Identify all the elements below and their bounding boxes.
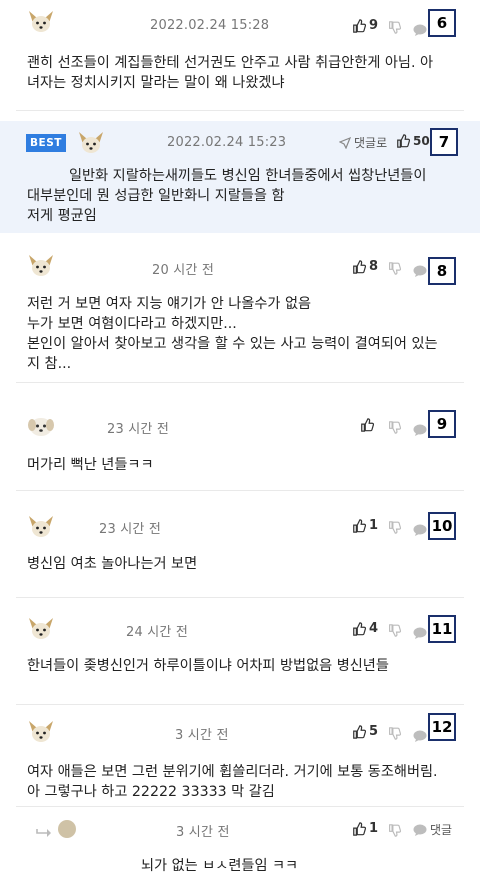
divider <box>16 597 464 598</box>
thumbs-up-icon <box>353 724 366 739</box>
like-button[interactable]: 9 <box>352 18 378 33</box>
reply-arrow-icon <box>36 824 52 843</box>
dog-avatar-icon[interactable] <box>27 10 55 34</box>
rank-badge: 8 <box>428 257 456 285</box>
divider <box>16 490 464 491</box>
dislike-button[interactable] <box>388 822 402 841</box>
reply-button[interactable]: 댓글 <box>413 821 452 838</box>
like-button[interactable]: 8 <box>352 259 378 274</box>
thumbs-up-icon <box>353 18 366 33</box>
thumbs-up-icon <box>397 134 410 148</box>
thumbs-down-icon <box>389 421 402 434</box>
comment-timestamp: 3 시간 전 <box>175 728 229 743</box>
comment-bubble-icon[interactable] <box>413 624 427 643</box>
reply-item: 3 시간 전 1 댓글 뇌가 없는 ㅂㅅ련들임 ㅋㅋ <box>0 812 480 886</box>
reply-button[interactable]: 댓글로 <box>339 134 387 151</box>
comment-item: 23 시간 전 9 머가리 뻑난 년들ㅋㅋ <box>0 400 480 490</box>
comment-item: 23 시간 전 1 10 병신임 여초 놀아나는거 보면 <box>0 508 480 596</box>
comment-item: 2022.02.24 15:28 9 6 괜히 선조들이 계집들한테 선거권도 … <box>0 0 480 110</box>
dog-avatar-icon[interactable] <box>77 130 105 154</box>
comment-item: 20 시간 전 8 8 저런 거 보면 여자 지능 얘기가 안 나올수가 없음 … <box>0 246 480 382</box>
comment-text: 병신임 여초 놀아나는거 보면 <box>27 556 198 572</box>
comment-bubble-icon[interactable] <box>413 21 427 40</box>
comment-text: 여자 애들은 보면 그런 분위기에 휩쓸리더라. 거기에 보통 동조해버림. 아… <box>27 764 438 800</box>
like-button[interactable] <box>360 418 377 432</box>
comment-text: 일반화 지랄하는새끼들도 병신임 한녀들중에서 씹창난년들이 대부분인데 뭔 성… <box>27 168 427 224</box>
comment-bubble-icon[interactable] <box>413 727 427 746</box>
comment-item: 24 시간 전 4 11 한녀들이 좆병신인거 하루이틀이냐 어차피 방법없음 … <box>0 612 480 704</box>
dislike-button[interactable] <box>388 519 402 538</box>
rank-badge: 7 <box>430 128 458 156</box>
like-button[interactable]: 4 <box>352 621 378 636</box>
like-count: 1 <box>369 518 379 533</box>
comment-text: 머가리 뻑난 년들ㅋㅋ <box>27 457 154 473</box>
like-button[interactable]: 50 <box>396 134 430 148</box>
comment-text: 한녀들이 좆병신인거 하루이틀이냐 어차피 방법없음 병신년들 <box>27 658 389 674</box>
like-button[interactable]: 1 <box>352 821 378 836</box>
best-comment-item: BEST 2022.02.24 15:23 댓글로 50 7 일반화 지랄하는새… <box>0 121 480 233</box>
avatar[interactable] <box>58 820 76 838</box>
dog-avatar-icon[interactable] <box>27 720 55 744</box>
rank-badge: 6 <box>428 9 456 37</box>
divider <box>16 806 464 807</box>
dislike-button[interactable] <box>388 19 402 38</box>
comment-timestamp: 3 시간 전 <box>176 825 230 840</box>
comment-item: 3 시간 전 5 12 여자 애들은 보면 그런 분위기에 휩쓸리더라. 거기에… <box>0 712 480 812</box>
comment-timestamp: 23 시간 전 <box>107 422 170 437</box>
like-count: 1 <box>369 821 379 836</box>
thumbs-up-icon <box>353 259 366 274</box>
thumbs-down-icon <box>389 727 402 740</box>
divider <box>16 110 464 111</box>
thumbs-down-icon <box>389 21 402 34</box>
dislike-button[interactable] <box>388 260 402 279</box>
like-count: 50 <box>413 134 430 148</box>
thumbs-up-icon <box>361 418 374 432</box>
like-count: 4 <box>369 621 379 636</box>
best-badge: BEST <box>26 134 66 152</box>
comment-timestamp: 24 시간 전 <box>126 625 189 640</box>
comment-timestamp: 2022.02.24 15:23 <box>167 135 287 150</box>
like-count: 5 <box>369 724 379 739</box>
like-count: 9 <box>369 18 379 33</box>
rank-badge: 10 <box>428 512 456 540</box>
dislike-button[interactable] <box>388 622 402 641</box>
thumbs-down-icon <box>389 824 402 837</box>
thumbs-up-icon <box>353 821 366 836</box>
reply-arrow-icon <box>339 136 351 149</box>
thumbs-down-icon <box>389 624 402 637</box>
comment-bubble-icon[interactable] <box>413 421 427 440</box>
like-button[interactable]: 5 <box>352 724 378 739</box>
comment-timestamp: 20 시간 전 <box>152 263 215 278</box>
like-count: 8 <box>369 259 379 274</box>
divider <box>16 382 464 383</box>
puppy-avatar-icon[interactable] <box>27 414 55 438</box>
comment-bubble-icon <box>413 824 427 836</box>
comment-text: 저런 거 보면 여자 지능 얘기가 안 나올수가 없음 누가 보면 여혐이다라고… <box>27 296 438 372</box>
rank-badge: 12 <box>428 713 456 741</box>
comment-timestamp: 23 시간 전 <box>99 522 162 537</box>
divider <box>16 704 464 705</box>
rank-badge: 11 <box>428 615 456 643</box>
thumbs-down-icon <box>389 262 402 275</box>
dog-avatar-icon[interactable] <box>27 617 55 641</box>
comment-timestamp: 2022.02.24 15:28 <box>150 18 270 33</box>
comment-text: 뇌가 없는 ㅂㅅ련들임 ㅋㅋ <box>141 858 299 874</box>
rank-badge: 9 <box>428 410 456 438</box>
thumbs-up-icon <box>353 621 366 636</box>
dog-avatar-icon[interactable] <box>27 515 55 539</box>
like-button[interactable]: 1 <box>352 518 378 533</box>
thumbs-up-icon <box>353 518 366 533</box>
comment-bubble-icon[interactable] <box>413 521 427 540</box>
thumbs-down-icon <box>389 521 402 534</box>
dislike-button[interactable] <box>388 419 402 438</box>
dog-avatar-icon[interactable] <box>27 254 55 278</box>
comment-text: 괜히 선조들이 계집들한테 선거권도 안주고 사람 취급안한게 아님. 아 녀자… <box>27 55 434 91</box>
dislike-button[interactable] <box>388 725 402 744</box>
comment-bubble-icon[interactable] <box>413 262 427 281</box>
